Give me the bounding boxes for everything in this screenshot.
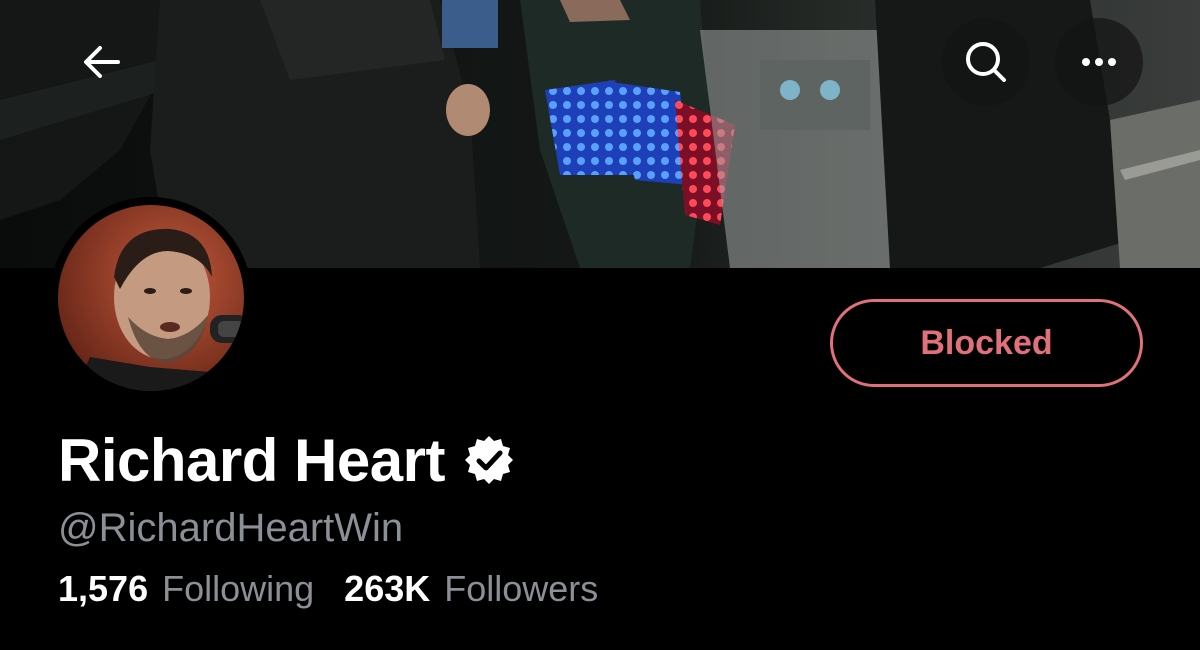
- verified-badge-icon: [464, 436, 513, 484]
- following-stat[interactable]: 1,576 Following: [58, 568, 314, 610]
- display-name-row: Richard Heart: [58, 422, 515, 498]
- profile-avatar[interactable]: [50, 197, 252, 399]
- following-label: Following: [162, 568, 315, 609]
- blocked-button[interactable]: Blocked: [830, 299, 1143, 387]
- arrow-left-icon: [84, 46, 120, 78]
- profile-page: Blocked Richard Heart @RichardHeartWin 1…: [0, 0, 1200, 650]
- profile-handle: @RichardHeartWin: [58, 506, 404, 550]
- display-name: Richard Heart: [58, 426, 445, 494]
- search-icon: [966, 42, 1006, 82]
- more-horizontal-icon: [1082, 58, 1116, 66]
- followers-stat[interactable]: 263K Followers: [344, 568, 598, 610]
- following-count: 1,576: [58, 568, 149, 609]
- back-button[interactable]: [58, 18, 146, 106]
- profile-stats: 1,576 Following 263K Followers: [58, 568, 598, 610]
- more-options-button[interactable]: [1055, 18, 1143, 106]
- followers-count: 263K: [344, 568, 431, 609]
- followers-label: Followers: [444, 568, 599, 609]
- search-button[interactable]: [942, 18, 1030, 106]
